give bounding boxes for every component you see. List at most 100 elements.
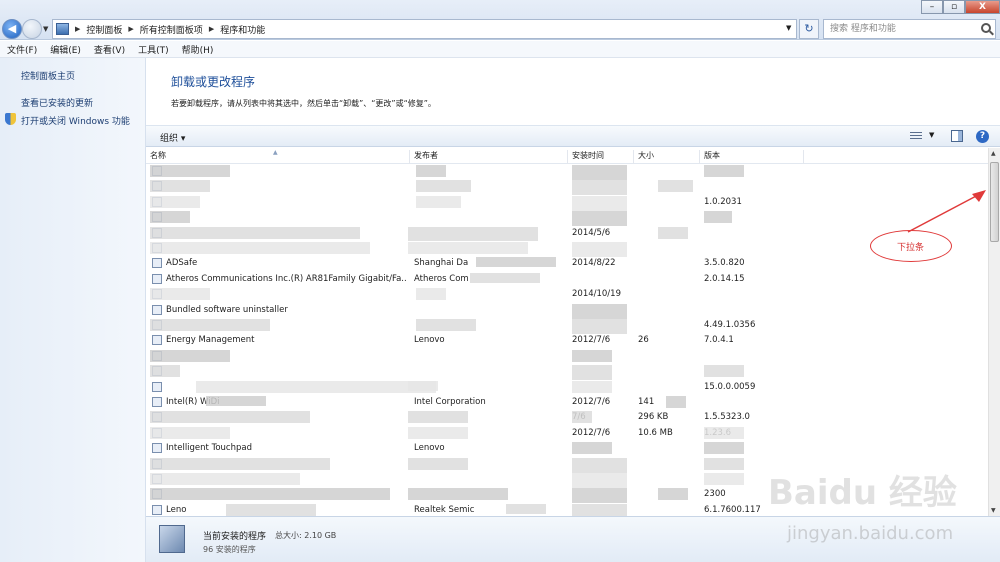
sidebar-item-control-panel-home[interactable]: 控制面板主页 — [21, 69, 75, 82]
menu-file[interactable]: 文件(F) — [7, 43, 37, 56]
program-icon — [152, 443, 162, 454]
search-icon[interactable] — [981, 23, 991, 33]
column-header: 名称 ▲ 发布者 安装时间 大小 版本 — [146, 148, 988, 164]
refresh-button[interactable]: ↻ — [799, 19, 819, 39]
view-dropdown-icon[interactable]: ▼ — [929, 131, 934, 139]
pixelated-region — [666, 396, 686, 408]
scroll-down-icon[interactable]: ▼ — [991, 507, 996, 514]
pixelated-region — [150, 426, 230, 439]
breadcrumb-control-panel[interactable]: 控制面板 — [86, 23, 122, 36]
program-row[interactable] — [146, 179, 988, 194]
watermark-logo: Baidu 经验 — [768, 473, 957, 513]
sidebar-item-installed-updates[interactable]: 查看已安装的更新 — [21, 96, 93, 109]
cell-name: ADSafe — [166, 258, 198, 269]
address-bar[interactable]: ▶ 控制面板 ▶ 所有控制面板项 ▶ 程序和功能 — [52, 19, 797, 39]
page-description: 若要卸载程序，请从列表中将其选中，然后单击“卸载”、“更改”或“修复”。 — [171, 99, 436, 108]
program-icon — [152, 381, 162, 392]
cell-publisher: Intel Corporation — [414, 397, 486, 407]
program-row[interactable]: Atheros Communications Inc.(R) AR81Famil… — [146, 272, 988, 287]
pixelated-region — [704, 211, 732, 224]
program-row[interactable]: 4.49.1.0356 — [146, 318, 988, 333]
cell-date: 2014/5/6 — [572, 227, 611, 238]
program-row[interactable] — [146, 210, 988, 225]
close-button[interactable]: X — [965, 0, 1000, 14]
back-button[interactable]: ◀ — [2, 19, 22, 39]
menu-tools[interactable]: 工具(T) — [138, 43, 169, 56]
pixelated-region — [150, 319, 270, 331]
forward-button[interactable] — [22, 19, 42, 39]
pixelated-region — [572, 195, 627, 211]
scroll-up-icon[interactable]: ▲ — [991, 150, 996, 157]
pixelated-region — [150, 349, 230, 362]
menu-help[interactable]: 帮助(H) — [182, 43, 214, 56]
sidebar-item-windows-features[interactable]: 打开或关闭 Windows 功能 — [21, 114, 130, 127]
pixelated-region — [416, 165, 446, 177]
column-install-date[interactable]: 安装时间 — [568, 150, 634, 164]
pixelated-region — [572, 319, 627, 334]
program-row[interactable]: 2014/10/19 — [146, 287, 988, 302]
address-dropdown-icon[interactable]: ▼ — [786, 24, 791, 32]
program-row[interactable] — [146, 364, 988, 379]
cell-version: 1.5.5323.0 — [704, 412, 750, 423]
program-row[interactable]: 1.0.2031 — [146, 195, 988, 210]
cell-version: 3.5.0.820 — [704, 258, 745, 269]
cell-size: 26 — [638, 335, 649, 346]
menu-view[interactable]: 查看(V) — [94, 43, 125, 56]
pixelated-region — [704, 365, 744, 378]
program-row[interactable]: 2012/7/610.6 MB1.23.6 — [146, 426, 988, 441]
cell-name: Intelligent Touchpad — [166, 443, 252, 454]
breadcrumb-programs-features[interactable]: 程序和功能 — [220, 23, 265, 36]
pixelated-region — [572, 211, 627, 227]
pixelated-region — [572, 473, 627, 488]
pixelated-region — [416, 195, 461, 208]
maximize-button[interactable]: ▫ — [943, 0, 965, 14]
status-title: 当前安装的程序 — [203, 532, 267, 542]
pixelated-region — [206, 396, 266, 406]
column-version[interactable]: 版本 — [700, 150, 804, 164]
preview-pane-icon[interactable] — [951, 130, 963, 142]
pixelated-region — [658, 226, 688, 239]
pixelated-region — [704, 426, 744, 439]
pixelated-region — [572, 303, 627, 319]
cell-version: 2.0.14.15 — [704, 273, 745, 284]
program-row[interactable]: Intelligent Touchpad Lenovo — [146, 441, 988, 456]
program-row[interactable] — [146, 164, 988, 179]
cell-date: 2012/7/6 — [572, 427, 611, 438]
breadcrumb: ▶ 控制面板 ▶ 所有控制面板项 ▶ 程序和功能 — [69, 23, 265, 36]
pixelated-region — [408, 426, 468, 439]
pixelated-region — [408, 380, 438, 391]
pixelated-region — [416, 319, 476, 331]
menu-edit[interactable]: 编辑(E) — [50, 43, 81, 56]
status-program-count: 96 安装的程序 — [203, 545, 256, 554]
shield-icon — [5, 113, 16, 125]
pixelated-region — [506, 503, 546, 514]
cell-date: 2012/7/6 — [572, 335, 611, 346]
breadcrumb-all-items[interactable]: 所有控制面板项 — [140, 23, 203, 36]
column-publisher[interactable]: 发布者 — [410, 150, 568, 164]
organize-button[interactable]: 组织 ▾ — [160, 131, 185, 144]
column-size[interactable]: 大小 — [634, 150, 700, 164]
pixelated-region — [150, 288, 210, 301]
pixelated-region — [476, 257, 556, 268]
cell-date: 2012/7/6 — [572, 397, 611, 407]
column-name[interactable]: 名称 ▲ — [146, 149, 410, 164]
program-row[interactable] — [146, 349, 988, 364]
pixelated-region — [226, 503, 316, 516]
pixelated-region — [150, 165, 230, 177]
program-icon — [152, 335, 162, 346]
help-icon[interactable]: ? — [976, 130, 989, 143]
program-row[interactable]: Intel(R) WiDi Intel Corporation 2012/7/6 14… — [146, 395, 988, 410]
program-row[interactable]: Energy Management Lenovo 2012/7/6 26 7.0.4.1 — [146, 333, 988, 348]
program-row[interactable]: ADSafe Shanghai Da 2014/8/22 3.5.0.820 — [146, 256, 988, 271]
pixelated-region — [408, 457, 468, 470]
recent-pages-dropdown-icon[interactable]: ▼ — [43, 25, 48, 33]
pixelated-region — [572, 457, 627, 473]
program-row[interactable]: Bundled software uninstaller — [146, 303, 988, 318]
minimize-button[interactable]: – — [921, 0, 943, 14]
pixelated-region — [704, 457, 744, 470]
pixelated-region — [572, 242, 627, 257]
pixelated-region — [416, 180, 471, 193]
view-options-icon[interactable] — [910, 132, 922, 141]
search-input[interactable]: 搜索 程序和功能 — [823, 19, 996, 39]
program-icon — [152, 304, 162, 315]
